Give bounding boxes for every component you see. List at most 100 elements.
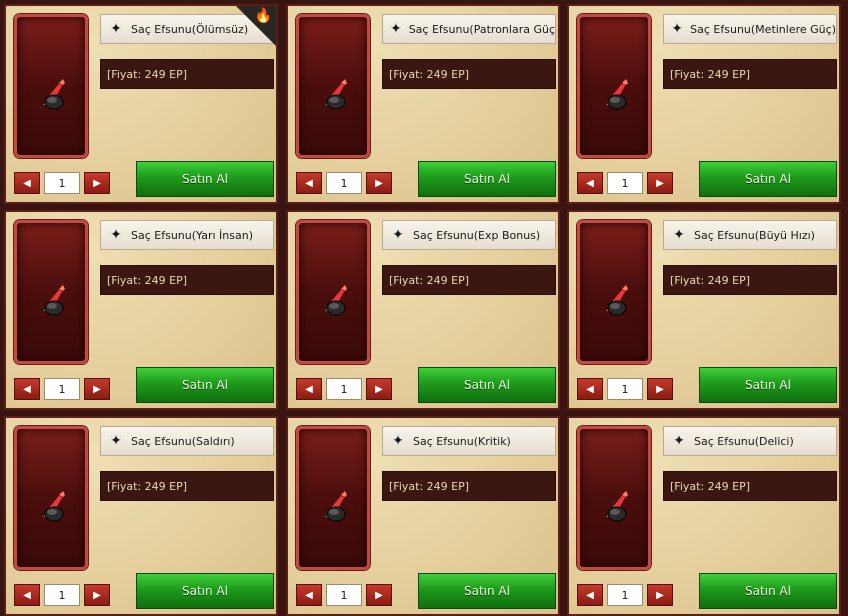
decrease-quantity-button[interactable]: ◀ <box>296 584 322 606</box>
arrow-right-icon: ▶ <box>375 589 383 601</box>
quantity-input[interactable] <box>607 378 643 400</box>
buy-button[interactable]: Satın Al <box>699 573 837 609</box>
decrease-quantity-button[interactable]: ◀ <box>577 378 603 400</box>
quantity-stepper: ◀ ▶ <box>296 377 392 401</box>
item-slot[interactable] <box>577 14 651 158</box>
increase-quantity-button[interactable]: ▶ <box>647 172 673 194</box>
decrease-quantity-button[interactable]: ◀ <box>14 378 40 400</box>
item-title: ✦ Saç Efsunu(Delici) <box>663 426 837 456</box>
decrease-quantity-button[interactable]: ◀ <box>296 172 322 194</box>
decrease-quantity-button[interactable]: ◀ <box>296 378 322 400</box>
sparkle-star-icon: ✦ <box>671 21 683 37</box>
shop-item-card: ✦ Saç Efsunu(Exp Bonus) [Fiyat: 249 EP] … <box>286 210 560 410</box>
quantity-stepper: ◀ ▶ <box>577 171 673 195</box>
flame-icon: 🔥 <box>254 8 272 24</box>
sparkle-star-icon: ✦ <box>673 227 685 243</box>
item-slot[interactable] <box>296 14 370 158</box>
quantity-input[interactable] <box>44 378 80 400</box>
buy-button[interactable]: Satın Al <box>699 161 837 197</box>
shop-item-card: ✦ Saç Efsunu(Delici) [Fiyat: 249 EP] ◀ ▶… <box>567 416 841 616</box>
arrow-right-icon: ▶ <box>93 589 101 601</box>
quantity-input[interactable] <box>326 172 362 194</box>
sparkle-star-icon: ✦ <box>110 433 122 449</box>
buy-button[interactable]: Satın Al <box>418 161 556 197</box>
item-slot[interactable] <box>296 220 370 364</box>
shop-item-card: ✦ Saç Efsunu(Kritik) [Fiyat: 249 EP] ◀ ▶… <box>286 416 560 616</box>
buy-button[interactable]: Satın Al <box>136 161 274 197</box>
increase-quantity-button[interactable]: ▶ <box>84 584 110 606</box>
item-slot[interactable] <box>577 220 651 364</box>
arrow-right-icon: ▶ <box>656 589 664 601</box>
quantity-input[interactable] <box>607 172 643 194</box>
item-price: [Fiyat: 249 EP] <box>100 265 274 295</box>
quantity-input[interactable] <box>607 584 643 606</box>
sparkle-star-icon: ✦ <box>110 21 122 37</box>
buy-button[interactable]: Satın Al <box>136 367 274 403</box>
decrease-quantity-button[interactable]: ◀ <box>14 172 40 194</box>
item-slot[interactable] <box>14 426 88 570</box>
hair-item-icon <box>600 281 632 317</box>
quantity-input[interactable] <box>44 172 80 194</box>
increase-quantity-button[interactable]: ▶ <box>366 584 392 606</box>
item-price: [Fiyat: 249 EP] <box>663 59 837 89</box>
sparkle-star-icon: ✦ <box>673 433 685 449</box>
decrease-quantity-button[interactable]: ◀ <box>577 172 603 194</box>
hair-item-icon <box>37 487 69 523</box>
quantity-stepper: ◀ ▶ <box>14 583 110 607</box>
quantity-stepper: ◀ ▶ <box>14 171 110 195</box>
buy-button[interactable]: Satın Al <box>418 573 556 609</box>
item-title-label: Saç Efsunu(Kritik) <box>413 434 511 448</box>
increase-quantity-button[interactable]: ▶ <box>84 378 110 400</box>
arrow-right-icon: ▶ <box>656 177 664 189</box>
arrow-right-icon: ▶ <box>656 383 664 395</box>
arrow-right-icon: ▶ <box>375 383 383 395</box>
quantity-stepper: ◀ ▶ <box>14 377 110 401</box>
increase-quantity-button[interactable]: ▶ <box>366 172 392 194</box>
item-shop-grid: ✦ Saç Efsunu(Ölümsüz) [Fiyat: 249 EP] ◀ … <box>0 0 848 616</box>
quantity-input[interactable] <box>326 584 362 606</box>
arrow-right-icon: ▶ <box>93 383 101 395</box>
hair-item-icon <box>600 487 632 523</box>
item-title: ✦ Saç Efsunu(Kritik) <box>382 426 556 456</box>
shop-item-card: ✦ Saç Efsunu(Saldırı) [Fiyat: 249 EP] ◀ … <box>4 416 278 616</box>
buy-button[interactable]: Satın Al <box>418 367 556 403</box>
hair-item-icon <box>319 487 351 523</box>
item-title-label: Saç Efsunu(Delici) <box>694 434 794 448</box>
sparkle-star-icon: ✦ <box>392 433 404 449</box>
increase-quantity-button[interactable]: ▶ <box>366 378 392 400</box>
shop-item-card: ✦ Saç Efsunu(Patronlara Güç [Fiyat: 249 … <box>286 4 560 204</box>
hair-item-icon <box>319 75 351 111</box>
decrease-quantity-button[interactable]: ◀ <box>14 584 40 606</box>
hair-item-icon <box>37 281 69 317</box>
shop-item-card: ✦ Saç Efsunu(Yarı İnsan) [Fiyat: 249 EP]… <box>4 210 278 410</box>
item-title: ✦ Saç Efsunu(Saldırı) <box>100 426 274 456</box>
item-title-label: Saç Efsunu(Ölümsüz) <box>131 22 249 36</box>
quantity-stepper: ◀ ▶ <box>296 583 392 607</box>
arrow-left-icon: ◀ <box>305 383 313 395</box>
item-slot[interactable] <box>14 220 88 364</box>
increase-quantity-button[interactable]: ▶ <box>647 584 673 606</box>
increase-quantity-button[interactable]: ▶ <box>84 172 110 194</box>
shop-item-card: ✦ Saç Efsunu(Metinlere Güç) [Fiyat: 249 … <box>567 4 841 204</box>
item-title: ✦ Saç Efsunu(Patronlara Güç <box>382 14 556 44</box>
item-title: ✦ Saç Efsunu(Exp Bonus) <box>382 220 556 250</box>
quantity-input[interactable] <box>44 584 80 606</box>
item-title-label: Saç Efsunu(Metinlere Güç) <box>690 22 836 36</box>
hair-item-icon <box>600 75 632 111</box>
item-title-label: Saç Efsunu(Saldırı) <box>131 434 235 448</box>
item-slot[interactable] <box>296 426 370 570</box>
arrow-left-icon: ◀ <box>23 589 31 601</box>
decrease-quantity-button[interactable]: ◀ <box>577 584 603 606</box>
buy-button[interactable]: Satın Al <box>699 367 837 403</box>
arrow-left-icon: ◀ <box>586 589 594 601</box>
arrow-left-icon: ◀ <box>305 177 313 189</box>
buy-button[interactable]: Satın Al <box>136 573 274 609</box>
arrow-left-icon: ◀ <box>586 383 594 395</box>
item-price: [Fiyat: 249 EP] <box>663 471 837 501</box>
item-slot[interactable] <box>14 14 88 158</box>
hair-item-icon <box>319 281 351 317</box>
item-slot[interactable] <box>577 426 651 570</box>
increase-quantity-button[interactable]: ▶ <box>647 378 673 400</box>
item-title: ✦ Saç Efsunu(Metinlere Güç) <box>663 14 837 44</box>
quantity-input[interactable] <box>326 378 362 400</box>
